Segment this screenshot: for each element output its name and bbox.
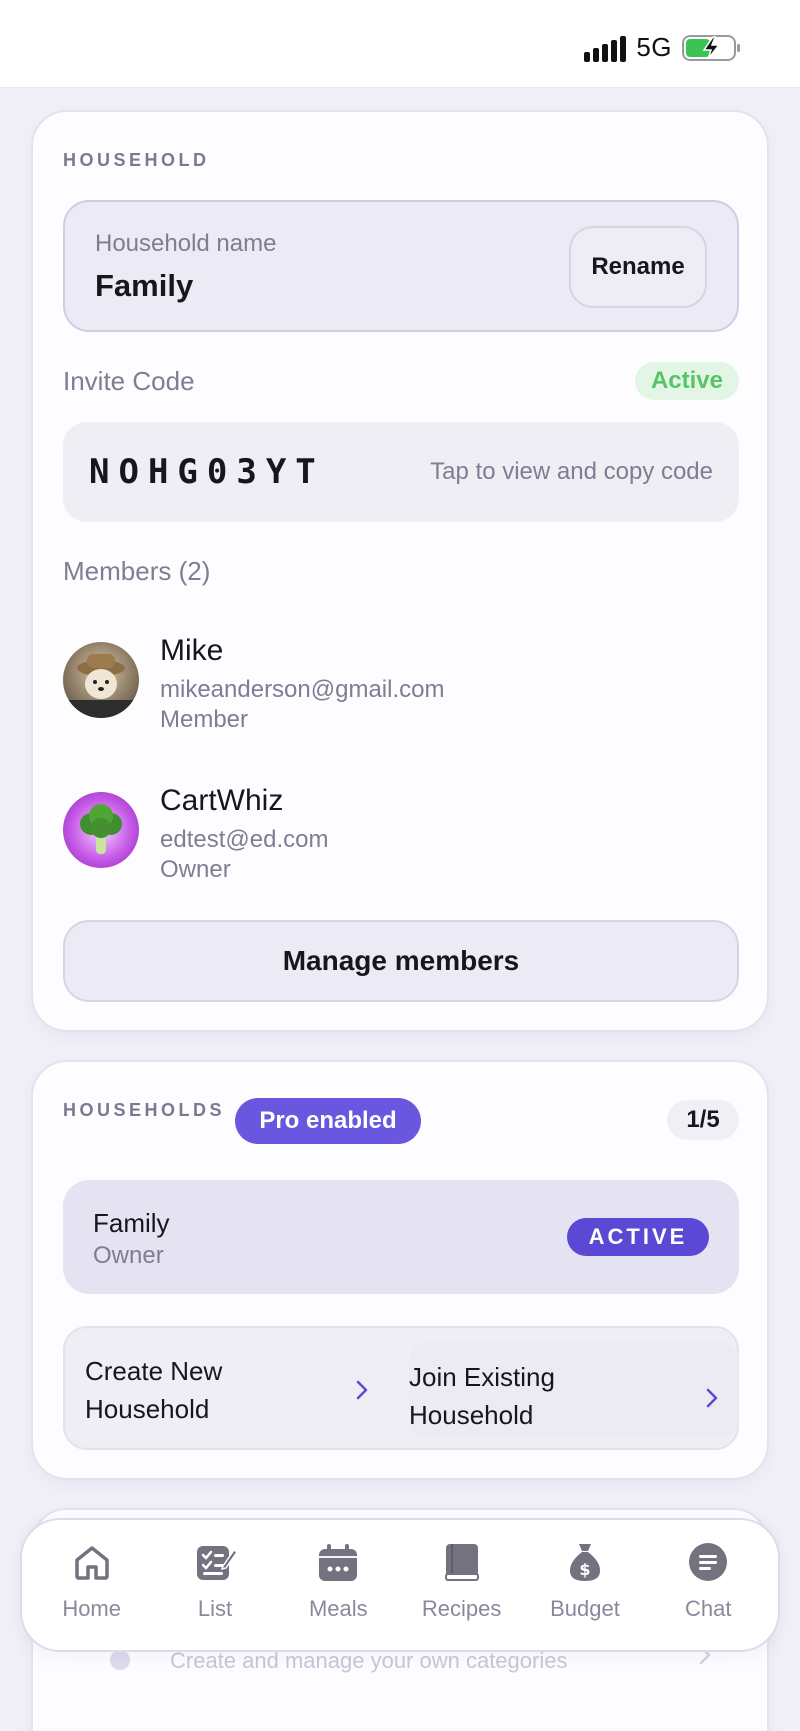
invite-code-hint: Tap to view and copy code (430, 458, 713, 485)
tab-label: Home (62, 1596, 121, 1621)
household-card: HOUSEHOLD Household name Family Rename I… (31, 110, 769, 1032)
status-bar: 5G (0, 0, 800, 88)
household-item-name: Family (93, 1208, 170, 1238)
household-item-role: Owner (93, 1242, 164, 1269)
household-count-badge: 1/5 (667, 1100, 739, 1140)
member-name: Mike (160, 634, 224, 667)
member-email: edtest@ed.com (160, 826, 329, 853)
household-actions: Create New Household Join Existing House… (63, 1326, 739, 1450)
chevron-right-icon (356, 1380, 368, 1400)
home-icon (74, 1546, 109, 1580)
status-indicators: 5G (584, 32, 742, 63)
member-row[interactable]: Mike mikeanderson@gmail.com Member (63, 634, 739, 733)
dog-avatar (63, 642, 139, 718)
pro-enabled-badge: Pro enabled (235, 1098, 421, 1144)
member-role: Owner (160, 856, 231, 883)
meals-icon (319, 1544, 358, 1581)
tab-budget[interactable]: $ Budget (526, 1530, 644, 1640)
household-active-badge: ACTIVE (567, 1218, 709, 1256)
tab-label: Recipes (421, 1596, 502, 1621)
invite-code-value: NOHG03YT (89, 452, 325, 492)
tab-chat[interactable]: Chat (649, 1530, 767, 1640)
household-name-label: Household name (95, 230, 277, 257)
tab-label: Budget (550, 1596, 620, 1621)
invite-status-badge: Active (635, 362, 739, 400)
tab-list[interactable]: List (156, 1530, 274, 1640)
budget-icon: $ (569, 1544, 601, 1581)
households-card: HOUSEHOLDS Pro enabled 1/5 Family Owner … (31, 1060, 769, 1480)
chevron-right-icon (706, 1388, 718, 1408)
member-email: mikeanderson@gmail.com (160, 676, 445, 703)
tab-label: Chat (685, 1596, 732, 1621)
tab-bar: Home List Meals Recipes $ Budget Chat (20, 1518, 780, 1652)
section-title-household: HOUSEHOLD (63, 150, 210, 170)
tab-home[interactable]: Home (33, 1530, 151, 1640)
member-name: CartWhiz (160, 784, 284, 817)
household-name-box: Household name Family Rename (63, 200, 739, 332)
household-name-value: Family (95, 268, 194, 303)
tab-meals[interactable]: Meals (279, 1530, 397, 1640)
broccoli-avatar (63, 792, 139, 868)
member-row[interactable]: CartWhiz edtest@ed.com Owner (63, 784, 739, 883)
join-household-button[interactable]: Join Existing Household (409, 1342, 739, 1438)
household-list-item[interactable]: Family Owner ACTIVE (63, 1180, 739, 1294)
chat-icon (689, 1543, 728, 1581)
recipes-icon (444, 1544, 479, 1581)
rename-button[interactable]: Rename (569, 226, 707, 308)
members-label: Members (2) (63, 556, 211, 586)
join-household-label: Join Existing Household (409, 1362, 555, 1430)
invite-code-box[interactable]: NOHG03YT Tap to view and copy code (63, 422, 739, 522)
svg-text:$: $ (579, 1560, 590, 1579)
network-type: 5G (636, 32, 672, 62)
invite-code-label: Invite Code (63, 366, 195, 396)
member-role: Member (160, 706, 249, 733)
battery-icon (682, 34, 740, 61)
create-household-button[interactable]: Create New Household (65, 1342, 395, 1438)
tab-label: List (197, 1596, 233, 1621)
signal-icon (584, 34, 627, 62)
category-dot-icon (110, 1650, 130, 1670)
section-title-households: HOUSEHOLDS (63, 1100, 226, 1120)
manage-members-button[interactable]: Manage members (63, 920, 739, 1002)
tab-recipes[interactable]: Recipes (403, 1530, 521, 1640)
tab-label: Meals (308, 1596, 368, 1621)
create-household-label: Create New Household (85, 1356, 223, 1424)
list-icon (196, 1546, 237, 1580)
